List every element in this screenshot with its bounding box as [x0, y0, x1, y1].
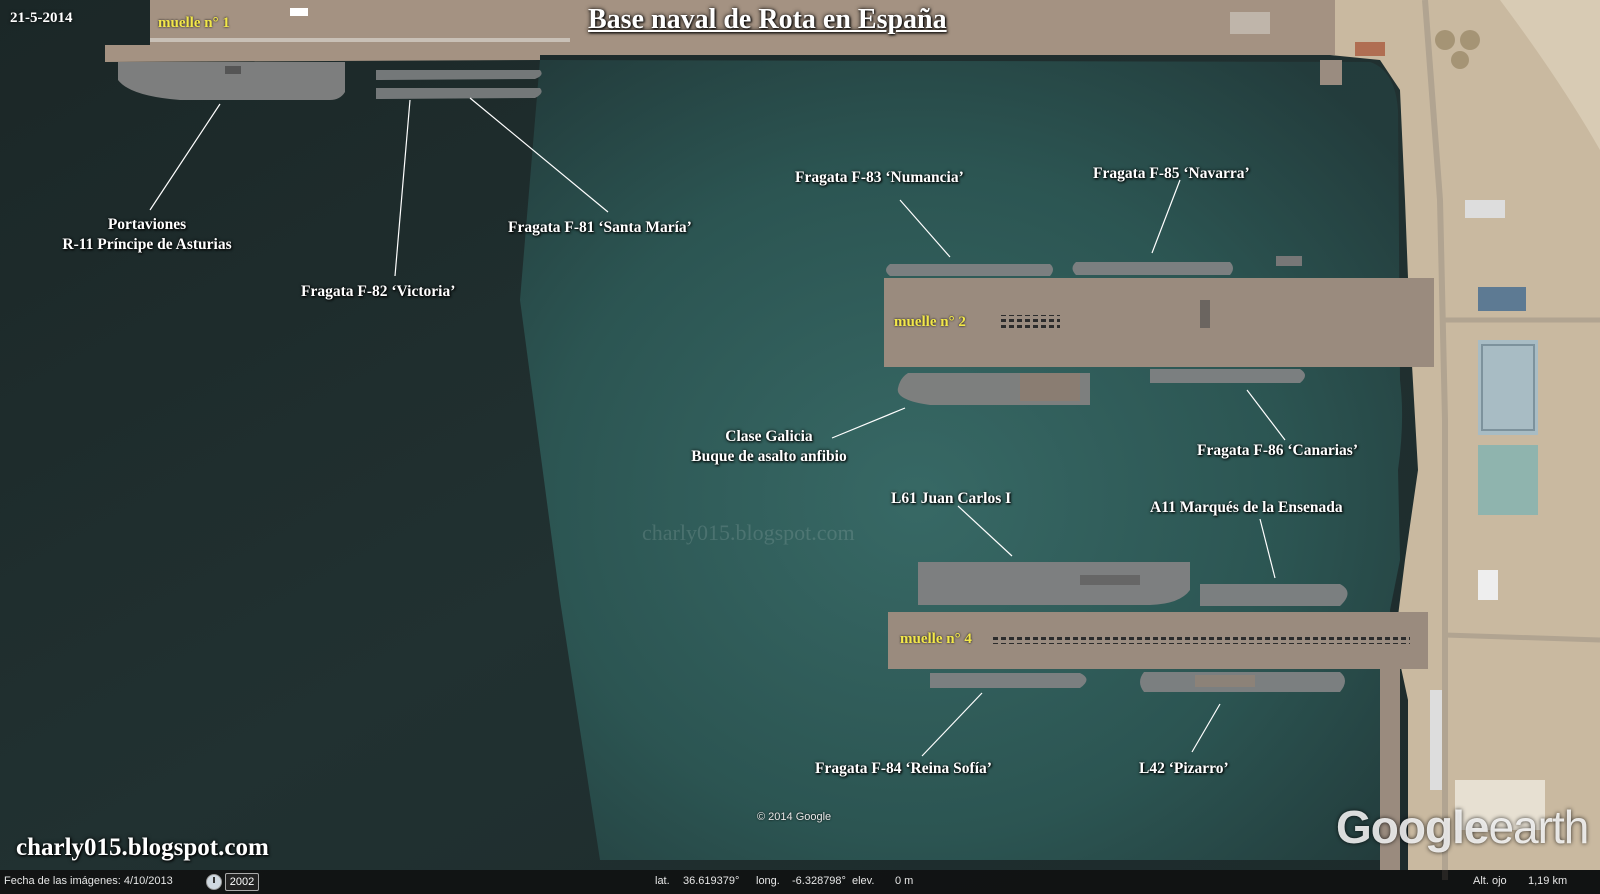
ship-a11: [1200, 584, 1348, 606]
lon-label: long.: [756, 875, 780, 887]
label-f84: Fragata F-84 ‘Reina Sofía’: [815, 760, 992, 777]
logo-earth: earth: [1488, 801, 1589, 853]
watermark: charly015.blogspot.com: [642, 520, 855, 545]
label-f83: Fragata F-83 ‘Numancia’: [795, 169, 964, 186]
ship-r11-island: [225, 66, 241, 74]
lat-value: 36.619379°: [683, 875, 740, 887]
copyright-notice: © 2014 Google: [757, 811, 832, 823]
historical-imagery-clock-icon[interactable]: [206, 874, 222, 890]
pier-2-parking: [1000, 315, 1060, 329]
ship-f86: [1150, 369, 1305, 383]
ship-galicia-deck: [1020, 373, 1080, 401]
pier-1-edge: [150, 38, 570, 42]
building: [1478, 570, 1498, 600]
pier-2-structure: [1200, 300, 1210, 328]
map-title: Base naval de Rota en España: [588, 4, 947, 35]
label-r11: Portaviones R-11 Príncipe de Asturias: [62, 215, 231, 255]
ship-f82: [376, 88, 542, 99]
pier-1-building: [1230, 12, 1270, 34]
lat-label: lat.: [655, 875, 670, 887]
pier-1-marker: [290, 8, 308, 16]
ship-l61: [918, 562, 1190, 605]
building: [1465, 200, 1505, 218]
building: [1478, 340, 1538, 435]
google-earth-logo: Googleearth: [1336, 800, 1589, 854]
imagery-date: Fecha de las imágenes: 4/10/2013: [4, 875, 173, 887]
building: [1430, 690, 1442, 790]
ship-f85: [1072, 262, 1233, 275]
ship-l61-island: [1080, 575, 1140, 585]
pier-4-label: muelle n° 4: [900, 631, 972, 647]
ship-f81: [376, 70, 542, 80]
ship-small: [1276, 256, 1302, 266]
pier-1-jetty: [1320, 60, 1342, 85]
label-galicia: Clase Galicia Buque de asalto anfibio: [691, 427, 846, 467]
eye-alt-label: Alt. ojo: [1473, 875, 1507, 887]
status-bar: Fecha de las imágenes: 4/10/2013 2002 la…: [0, 870, 1600, 894]
label-f85: Fragata F-85 ‘Navarra’: [1093, 165, 1250, 182]
pier-2-label: muelle n° 2: [894, 314, 966, 330]
tank: [1435, 30, 1455, 50]
building: [1478, 287, 1526, 311]
label-a11: A11 Marqués de la Ensenada: [1150, 499, 1343, 516]
label-r11-line2: R-11 Príncipe de Asturias: [62, 236, 232, 253]
pier-1-building: [1355, 42, 1385, 56]
ship-l42-deck: [1195, 675, 1255, 687]
capture-date: 21-5-2014: [10, 10, 73, 26]
historical-year-button[interactable]: 2002: [225, 873, 259, 891]
pier-1-label: muelle n° 1: [158, 15, 230, 31]
elev-value: 0 m: [895, 875, 914, 887]
tank: [1451, 51, 1469, 69]
label-l61: L61 Juan Carlos I: [891, 490, 1012, 507]
label-f86: Fragata F-86 ‘Canarias’: [1197, 442, 1358, 459]
ship-f84: [930, 673, 1087, 688]
logo-google: Google: [1336, 801, 1489, 853]
label-l42: L42 ‘Pizarro’: [1139, 760, 1229, 777]
building: [1478, 445, 1538, 515]
blog-url: charly015.blogspot.com: [16, 834, 269, 861]
ship-f83: [886, 264, 1053, 276]
label-f81: Fragata F-81 ‘Santa María’: [508, 219, 692, 236]
pier-2: [884, 278, 1434, 367]
label-galicia-line1: Clase Galicia: [725, 428, 813, 445]
satellite-map[interactable]: 21-5-2014 Base naval de Rota en España m…: [0, 0, 1600, 894]
elev-label: elev.: [852, 875, 875, 887]
tank: [1460, 30, 1480, 50]
pier-4-parking: [990, 636, 1410, 644]
lon-value: -6.328798°: [792, 875, 846, 887]
label-galicia-line2: Buque de asalto anfibio: [691, 448, 847, 465]
eye-alt-value: 1,19 km: [1528, 875, 1568, 887]
label-r11-line1: Portaviones: [107, 216, 187, 233]
label-f82: Fragata F-82 ‘Victoria’: [301, 283, 456, 300]
